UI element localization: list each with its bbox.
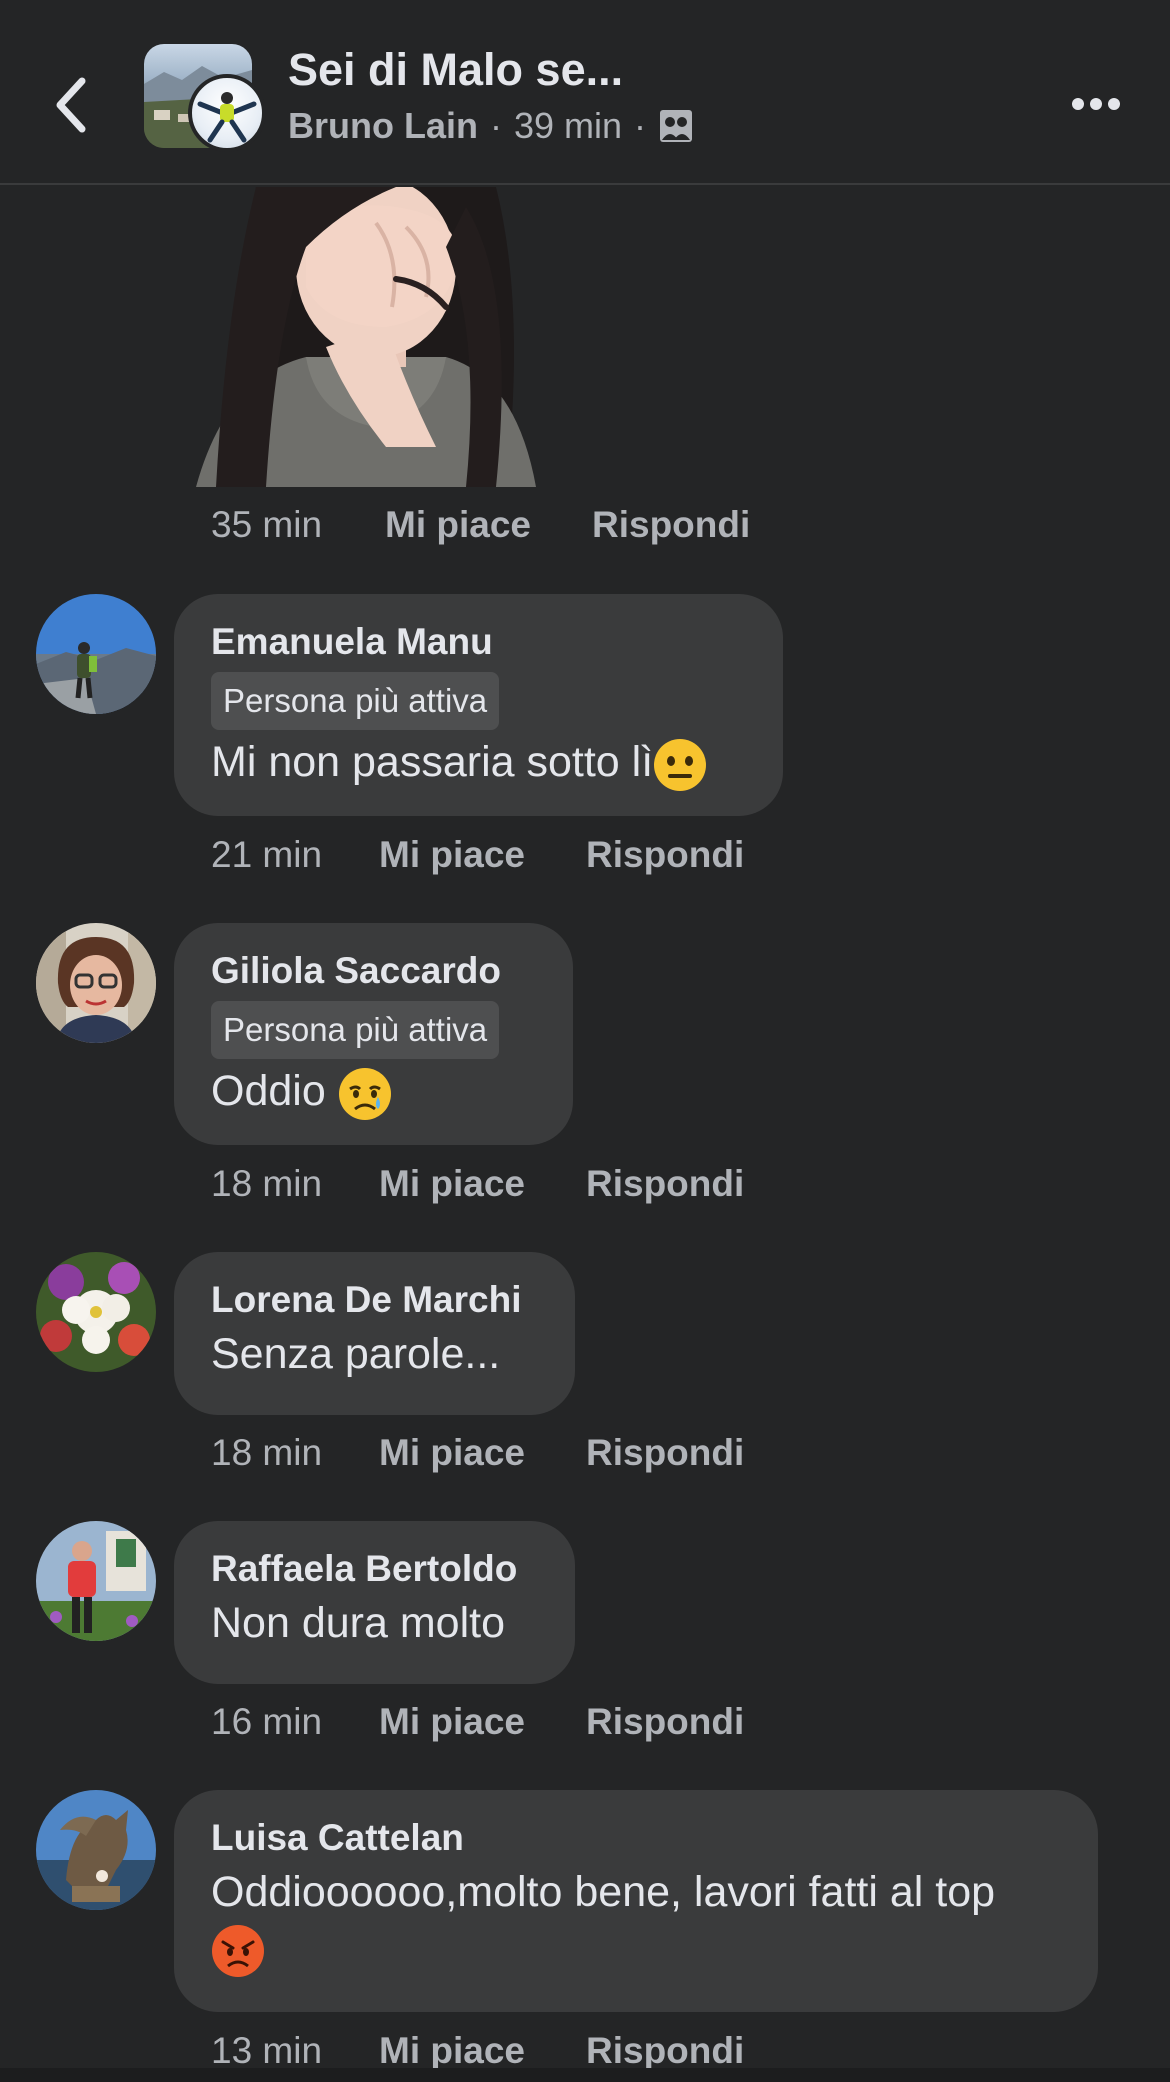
comment-actions: 16 min Mi piace Rispondi <box>211 1701 744 1743</box>
commenter-avatar[interactable] <box>36 923 156 1043</box>
like-button[interactable]: Mi piace <box>385 504 592 546</box>
comment-bubble: Emanuela Manu Persona più attiva Mi non … <box>174 594 783 816</box>
comment-actions: 18 min Mi piace Rispondi <box>211 1432 744 1474</box>
comment-text: Senza parole... <box>211 1330 501 1378</box>
commenter-avatar[interactable] <box>36 1252 156 1372</box>
bottom-edge <box>0 2068 1170 2082</box>
group-title[interactable]: Sei di Malo se... <box>288 44 623 96</box>
reply-button[interactable]: Rispondi <box>586 2030 744 2072</box>
commenter-avatar[interactable] <box>36 1790 156 1910</box>
group-audience-icon <box>660 110 693 142</box>
commenter-name[interactable]: Raffaela Bertoldo <box>211 1547 537 1591</box>
more-dot <box>1108 98 1120 110</box>
reply-button[interactable]: Rispondi <box>586 1701 744 1743</box>
separator: · <box>489 105 502 146</box>
like-button[interactable]: Mi piace <box>379 1163 586 1205</box>
commenter-name[interactable]: Lorena De Marchi <box>211 1278 537 1322</box>
comment-bubble: Luisa Cattelan Oddioooooo,molto bene, la… <box>174 1790 1098 2012</box>
commenter-name[interactable]: Luisa Cattelan <box>211 1816 1060 1860</box>
commenter-name[interactable]: Emanuela Manu <box>211 620 745 664</box>
separator: · <box>634 105 647 146</box>
comment-time[interactable]: 18 min <box>211 1432 379 1474</box>
like-button[interactable]: Mi piace <box>379 1432 586 1474</box>
comment-time[interactable]: 21 min <box>211 834 379 876</box>
top-contributor-badge[interactable]: Persona più attiva <box>211 1001 500 1059</box>
comment-text: Oddio <box>211 1063 535 1121</box>
commenter-name[interactable]: Giliola Saccardo <box>211 949 535 993</box>
post-time[interactable]: 39 min <box>514 105 622 147</box>
commenter-avatar[interactable] <box>36 1521 156 1641</box>
comment-bubble: Raffaela Bertoldo Non dura molto <box>174 1521 575 1684</box>
comment-time[interactable]: 18 min <box>211 1163 379 1205</box>
comment-text-body: Oddio <box>211 1067 326 1115</box>
post-header: Sei di Malo se... Bruno Lain · 39 min · <box>0 0 1170 185</box>
reply-button[interactable]: Rispondi <box>586 834 744 876</box>
comment-text: Oddioooooo,molto bene, lavori fatti al t… <box>211 1864 1060 1978</box>
comment-text-body: Oddioooooo,molto bene, lavori fatti al t… <box>211 1868 996 1916</box>
top-contributor-badge[interactable]: Persona più attiva <box>211 672 500 730</box>
reply-button[interactable]: Rispondi <box>586 1163 744 1205</box>
more-options-button[interactable] <box>1066 84 1126 124</box>
neutral-face-emoji <box>654 738 707 791</box>
more-dot <box>1090 98 1102 110</box>
comment-time[interactable]: 35 min <box>211 504 385 546</box>
comment-actions: 21 min Mi piace Rispondi <box>211 834 744 876</box>
like-button[interactable]: Mi piace <box>379 2030 586 2072</box>
post-subtitle: Bruno Lain · 39 min · <box>288 105 694 147</box>
comment-time[interactable]: 13 min <box>211 2030 379 2072</box>
more-horizontal-icon <box>1072 98 1084 110</box>
angry-face-emoji <box>212 1924 264 1977</box>
reply-button[interactable]: Rispondi <box>592 504 750 546</box>
comment-actions: 13 min Mi piace Rispondi <box>211 2030 744 2072</box>
back-button[interactable] <box>40 70 100 140</box>
like-button[interactable]: Mi piace <box>379 834 586 876</box>
chevron-left-icon <box>56 77 86 133</box>
post-author[interactable]: Bruno Lain <box>288 105 478 147</box>
reply-button[interactable]: Rispondi <box>586 1432 744 1474</box>
comment-bubble: Giliola Saccardo Persona più attiva Oddi… <box>174 923 573 1145</box>
group-avatar-stack[interactable] <box>144 44 266 152</box>
commenter-avatar[interactable] <box>36 594 156 714</box>
comment-text-body: Mi non passaria sotto lì <box>211 738 654 786</box>
comment-text: Non dura molto <box>211 1599 505 1647</box>
facepalm-sticker <box>196 187 596 487</box>
comment-actions: 18 min Mi piace Rispondi <box>211 1163 744 1205</box>
comment-text: Mi non passaria sotto lì <box>211 734 745 792</box>
author-avatar <box>188 74 266 152</box>
comment-time[interactable]: 16 min <box>211 1701 379 1743</box>
sticker-comment-actions: 35 min Mi piace Rispondi <box>211 504 750 546</box>
like-button[interactable]: Mi piace <box>379 1701 586 1743</box>
sad-sweat-face-emoji <box>338 1067 391 1120</box>
comment-bubble: Lorena De Marchi Senza parole... <box>174 1252 575 1415</box>
